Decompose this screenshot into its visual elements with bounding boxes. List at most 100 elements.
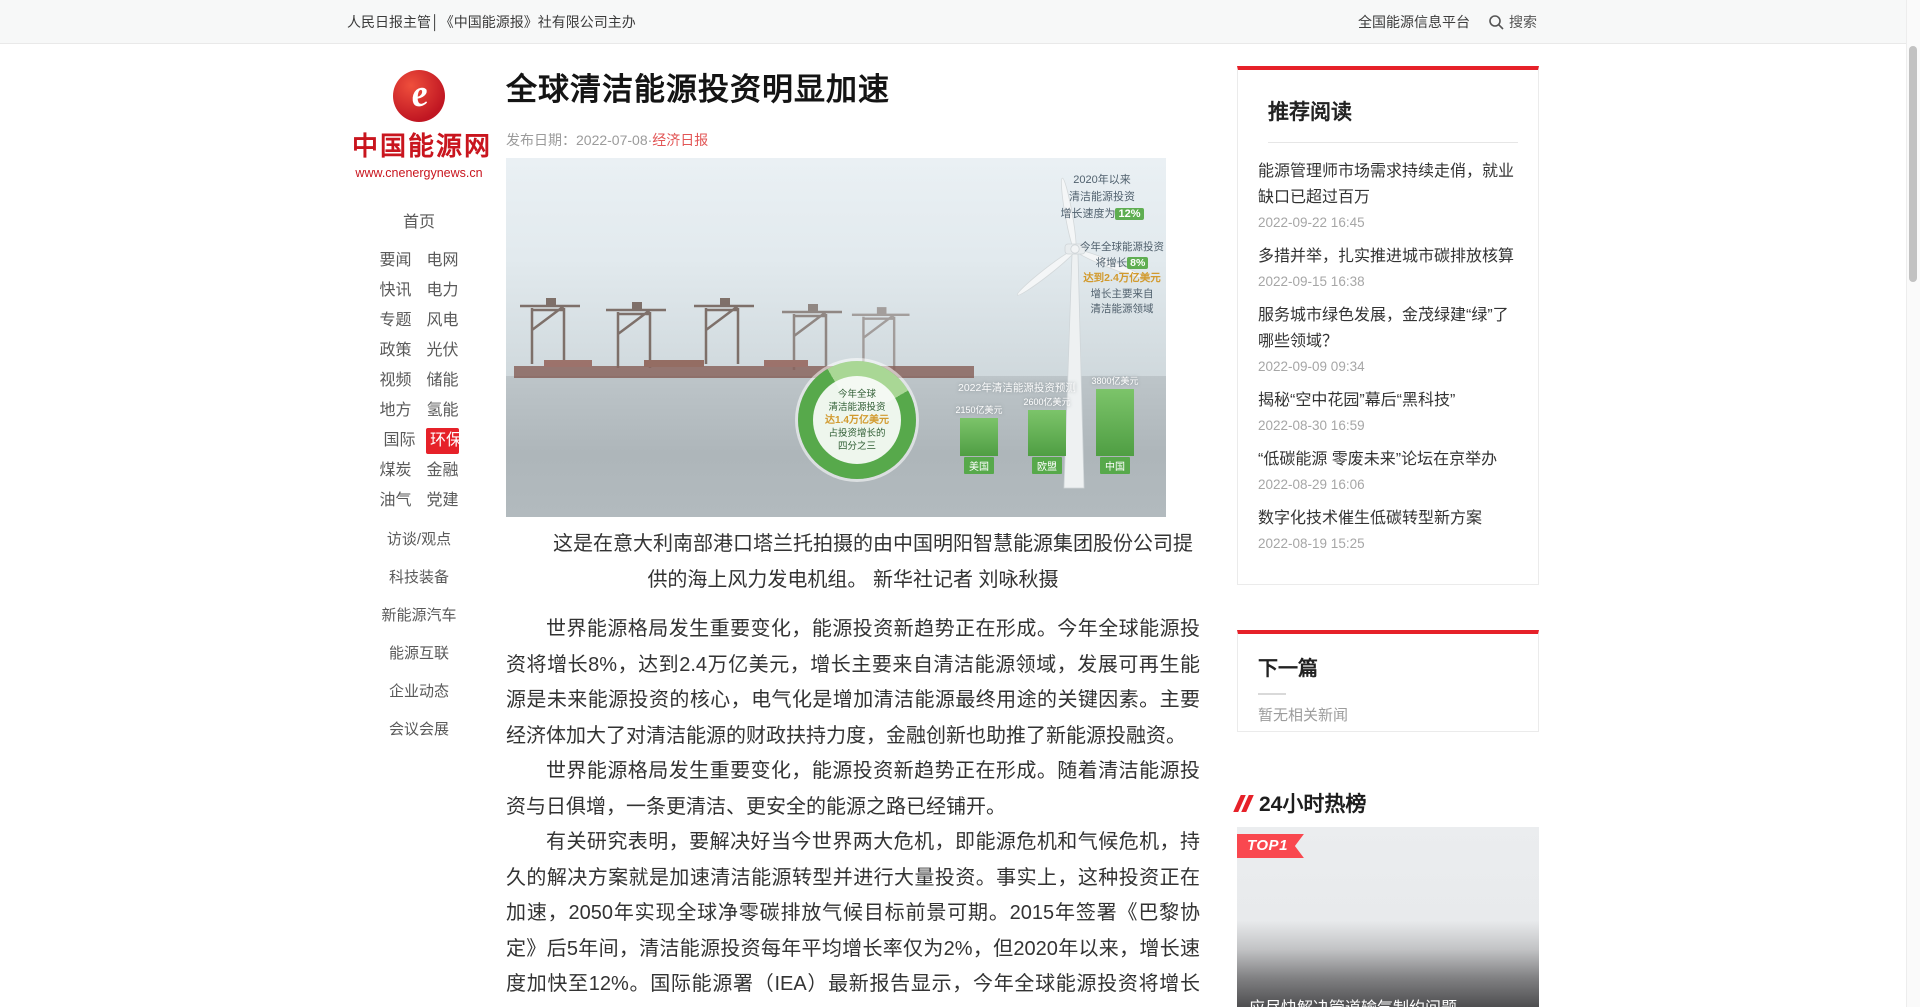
recommended-item[interactable]: “低碳能源 零废未来”论坛在京举办 2022-08-29 16:06 xyxy=(1258,447,1518,492)
platform-link[interactable]: 全国能源信息平台 xyxy=(1358,12,1470,32)
nav-item-active-huanbao[interactable]: 环保 xyxy=(426,428,459,454)
nav-item[interactable]: 金融 xyxy=(426,463,459,479)
nav-row: 煤炭金融 xyxy=(352,463,486,479)
top-bar: 人民日报主管│《中国能源报》社有限公司主办 全国能源信息平台 搜索 xyxy=(0,0,1906,44)
article-paragraph: 世界能源格局发生重要变化，能源投资新趋势正在形成。今年全球能源投资将增长8%，达… xyxy=(506,612,1200,754)
bar xyxy=(1028,410,1066,456)
nav-item[interactable]: 会议会展 xyxy=(352,718,486,739)
logo-e-icon: e xyxy=(393,70,445,122)
nav-row: 快讯电力 xyxy=(352,283,486,299)
article-paragraph: 世界能源格局发生重要变化，能源投资新趋势正在形成。随着清洁能源投资与日俱增，一条… xyxy=(506,754,1200,825)
recommended-item-title[interactable]: 服务城市绿色发展，金茂绿建“绿”了哪些领域？ xyxy=(1258,303,1518,355)
nav-item[interactable]: 氢能 xyxy=(426,403,459,419)
nav-row: 政策光伏 xyxy=(352,343,486,359)
recommended-item[interactable]: 能源管理师市场需求持续走俏，就业缺口已超过百万 2022-09-22 16:45 xyxy=(1258,159,1518,230)
nav-item[interactable]: 科技装备 xyxy=(352,566,486,587)
nav-row: 专题风电 xyxy=(352,313,486,329)
nav-item[interactable]: 国际 xyxy=(383,433,416,449)
recommended-item[interactable]: 服务城市绿色发展，金茂绿建“绿”了哪些领域？ 2022-09-09 09:34 xyxy=(1258,303,1518,374)
article-title: 全球清洁能源投资明显加速 xyxy=(506,68,1200,112)
search-label: 搜索 xyxy=(1509,12,1537,32)
bar-category: 中国 xyxy=(1100,457,1130,474)
next-article-title: 下一篇 xyxy=(1258,652,1518,681)
recommended-item[interactable]: 多措并举，扎实推进城市碳排放核算 2022-09-15 16:38 xyxy=(1258,244,1518,289)
nav-row: 油气党建 xyxy=(352,493,486,509)
hot-list-title: 24小时热榜 xyxy=(1259,788,1366,818)
publisher-text: 人民日报主管│《中国能源报》社有限公司主办 xyxy=(347,12,636,32)
nav-item[interactable]: 油气 xyxy=(379,493,412,509)
donut-chart: 今年全球 清洁能源投资 达1.4万亿美元 占投资增长的 四分之三 xyxy=(798,361,916,479)
recommended-item[interactable]: 数字化技术催生低碳转型新方案 2022-08-19 15:25 xyxy=(1258,506,1518,551)
recommended-item-title[interactable]: “低碳能源 零废未来”论坛在京举办 xyxy=(1258,447,1518,473)
left-rail: e 中国能源网 www.cnenergynews.cn 首页 要闻电网 快讯电力… xyxy=(352,70,486,756)
bar xyxy=(1096,389,1134,456)
site-url: www.cnenergynews.cn xyxy=(352,166,486,180)
scrollbar-thumb[interactable] xyxy=(1909,46,1917,282)
nav-item[interactable]: 要闻 xyxy=(379,253,412,269)
bar-value: 2600亿美元 xyxy=(1023,395,1070,408)
nav-item[interactable]: 光伏 xyxy=(426,343,459,359)
nav-item[interactable]: 煤炭 xyxy=(379,463,412,479)
bar-group: 3800亿美元 中国 xyxy=(1092,374,1138,474)
bar-category: 美国 xyxy=(964,457,994,474)
nav-singles: 访谈/观点 科技装备 新能源汽车 能源互联 企业动态 会议会展 xyxy=(352,528,486,739)
recommended-item[interactable]: 揭秘“空中花园”幕后“黑科技” 2022-08-30 16:59 xyxy=(1258,388,1518,433)
recommended-item-date: 2022-08-30 16:59 xyxy=(1258,418,1518,433)
bar-group: 2600亿美元 欧盟 xyxy=(1024,395,1070,474)
bar-chart: 2150亿美元 美国 2600亿美元 欧盟 3800亿美元 中国 xyxy=(956,398,1156,474)
nav-item[interactable]: 访谈/观点 xyxy=(352,528,486,549)
search-button[interactable]: 搜索 xyxy=(1488,12,1537,32)
nav-item-home[interactable]: 首页 xyxy=(352,208,486,232)
nav-row: 地方氢能 xyxy=(352,403,486,419)
recommended-item-title[interactable]: 数字化技术催生低碳转型新方案 xyxy=(1258,506,1518,532)
top1-title[interactable]: 应尽快解决管道输气制约问题 xyxy=(1249,994,1527,1007)
nav-item[interactable]: 快讯 xyxy=(379,283,412,299)
site-logo[interactable]: e 中国能源网 www.cnenergynews.cn xyxy=(352,70,486,180)
recommended-reading-panel: 推荐阅读 能源管理师市场需求持续走俏，就业缺口已超过百万 2022-09-22 … xyxy=(1237,66,1539,585)
recommended-reading-title: 推荐阅读 xyxy=(1258,96,1518,126)
hot-top1-card[interactable]: TOP1 应尽快解决管道输气制约问题 xyxy=(1237,827,1539,1007)
article-figure: 2020年以来 清洁能源投资 增长速度为12% 今年全球能源投资 将增长8% 达… xyxy=(506,158,1166,517)
port-cranes-illustration xyxy=(514,286,974,382)
figure-annotation-growth-12pct: 2020年以来 清洁能源投资 增长速度为12% xyxy=(1054,172,1150,223)
nav-item[interactable]: 企业动态 xyxy=(352,680,486,701)
nav-item[interactable]: 专题 xyxy=(379,313,412,329)
recommended-item-title[interactable]: 能源管理师市场需求持续走俏，就业缺口已超过百万 xyxy=(1258,159,1518,211)
nav-item[interactable]: 能源互联 xyxy=(352,642,486,663)
nav-item[interactable]: 视频 xyxy=(379,373,412,389)
source-link[interactable]: 经济日报 xyxy=(652,132,708,148)
divider xyxy=(1268,142,1518,143)
nav-item[interactable]: 政策 xyxy=(379,343,412,359)
article: 全球清洁能源投资明显加速 发布日期：2022-07-08·经济日报 xyxy=(506,44,1200,1007)
nav-item[interactable]: 储能 xyxy=(426,373,459,389)
nav-item[interactable]: 地方 xyxy=(379,403,412,419)
side-navigation: 首页 要闻电网 快讯电力 专题风电 政策光伏 视频储能 地方氢能 国际环保 xyxy=(352,208,486,739)
top1-badge: TOP1 xyxy=(1237,834,1304,858)
nav-row: 要闻电网 xyxy=(352,253,486,269)
recommended-item-title[interactable]: 多措并举，扎实推进城市碳排放核算 xyxy=(1258,244,1518,270)
article-meta: 发布日期：2022-07-08·经济日报 xyxy=(506,130,1200,150)
nav-row: 视频储能 xyxy=(352,373,486,389)
site-name: 中国能源网 xyxy=(352,126,486,163)
divider xyxy=(1258,693,1286,695)
bar-value: 3800亿美元 xyxy=(1091,374,1138,387)
bar-category: 欧盟 xyxy=(1032,457,1062,474)
nav-item[interactable]: 电网 xyxy=(426,253,459,269)
nav-item[interactable]: 风电 xyxy=(426,313,459,329)
nav-item[interactable]: 新能源汽车 xyxy=(352,604,486,625)
publish-date: 发布日期：2022-07-08· xyxy=(506,132,652,148)
nav-row: 国际环保 xyxy=(352,433,486,449)
recommended-item-title[interactable]: 揭秘“空中花园”幕后“黑科技” xyxy=(1258,388,1518,414)
recommended-item-date: 2022-09-22 16:45 xyxy=(1258,215,1518,230)
bar-value: 2150亿美元 xyxy=(955,403,1002,416)
nav-item[interactable]: 电力 xyxy=(426,283,459,299)
recommended-item-date: 2022-08-19 15:25 xyxy=(1258,536,1518,551)
page: 人民日报主管│《中国能源报》社有限公司主办 全国能源信息平台 搜索 e 中国能源… xyxy=(0,0,1920,1007)
nav-item[interactable]: 党建 xyxy=(426,493,459,509)
figure-annotation-investment-2022: 今年全球能源投资 将增长8% 达到2.4万亿美元 增长主要来自 清洁能源领域 xyxy=(1072,240,1166,318)
scrollbar-track[interactable] xyxy=(1906,0,1920,1007)
donut-chart-label: 今年全球 清洁能源投资 达1.4万亿美元 占投资增长的 四分之三 xyxy=(813,376,901,464)
hot-list-header: 24小时热榜 xyxy=(1237,788,1366,818)
next-article-empty-text: 暂无相关新闻 xyxy=(1258,704,1518,725)
topbar-right: 全国能源信息平台 搜索 xyxy=(1358,12,1537,32)
